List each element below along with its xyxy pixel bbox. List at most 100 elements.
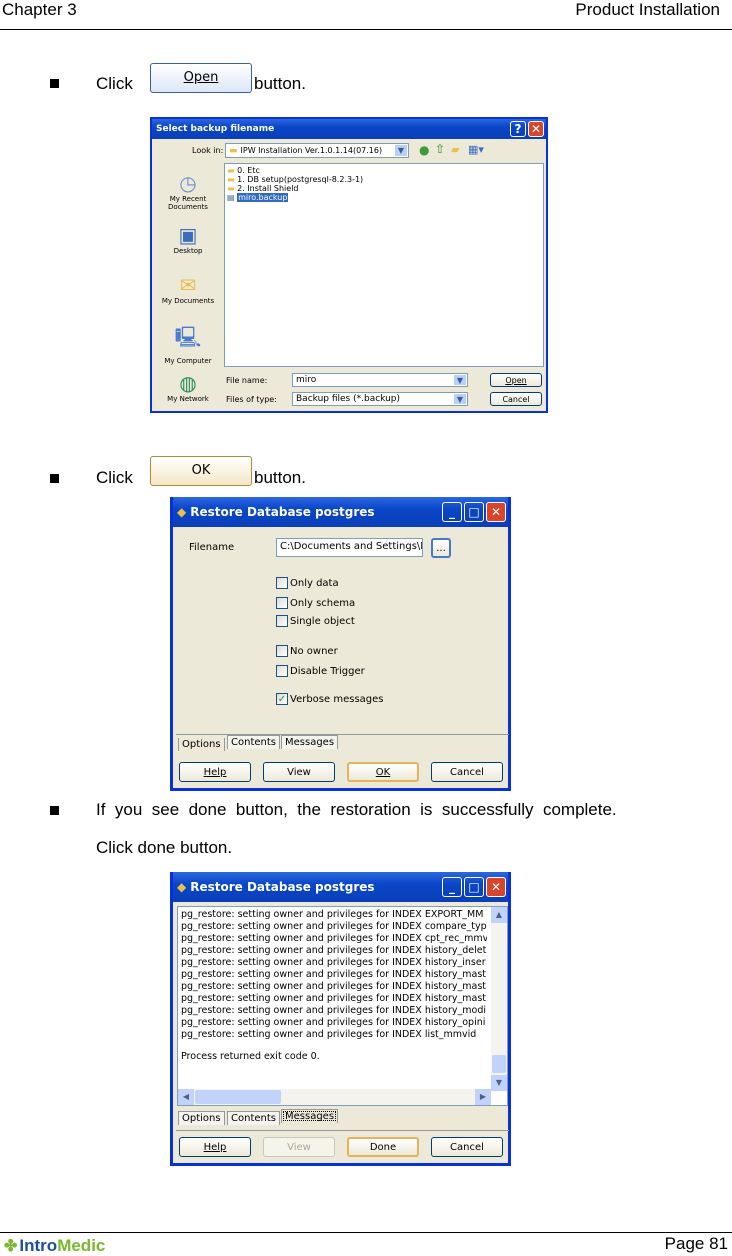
- desktop-icon: ▣: [178, 223, 198, 247]
- chevron-down-icon: ▼: [395, 145, 407, 156]
- scroll-left-icon[interactable]: ◀: [178, 1089, 194, 1105]
- place-network[interactable]: ◍ My Network: [156, 371, 220, 403]
- my-documents-icon: ✉: [179, 273, 197, 297]
- place-desktop[interactable]: ▣ Desktop: [156, 223, 220, 255]
- footer-rule: [0, 1232, 732, 1233]
- place-recent[interactable]: ◷ My Recent Documents: [156, 171, 220, 211]
- place-label: My Network: [167, 395, 209, 403]
- file-item[interactable]: ▬ 0. Etc: [227, 166, 541, 175]
- close-icon[interactable]: ✕: [486, 502, 506, 522]
- log-line: pg_restore: setting owner and privileges…: [181, 933, 487, 944]
- minimize-icon[interactable]: _: [442, 877, 462, 897]
- bullet-icon: [50, 79, 59, 88]
- option-only-data[interactable]: Only data: [276, 577, 339, 589]
- file-item[interactable]: ▬ 2. Install Shield: [227, 184, 541, 193]
- log-line: pg_restore: setting owner and privileges…: [181, 993, 486, 1004]
- filename-input[interactable]: C:\Documents and Settings\M: [276, 538, 423, 557]
- option-no-owner[interactable]: No owner: [276, 645, 338, 657]
- scroll-up-icon[interactable]: ▲: [491, 907, 507, 923]
- file-list[interactable]: ▬ 0. Etc ▬ 1. DB setup(postgresql-8.2.3-…: [224, 163, 544, 367]
- app-icon: ◆: [177, 505, 187, 519]
- close-icon[interactable]: ✕: [486, 877, 506, 897]
- place-documents[interactable]: ✉ My Documents: [156, 273, 220, 305]
- checkbox[interactable]: [276, 665, 288, 677]
- view-button[interactable]: View: [263, 762, 335, 782]
- chevron-down-icon: ▼: [454, 375, 466, 385]
- log-line: pg_restore: setting owner and privileges…: [181, 1017, 486, 1028]
- tab-messages[interactable]: Messages: [281, 1109, 339, 1123]
- log-line: pg_restore: setting owner and privileges…: [181, 1029, 477, 1040]
- new-folder-icon[interactable]: ▰: [451, 143, 459, 156]
- recent-documents-icon: ◷: [179, 171, 197, 195]
- restore-dialog-title: Restore Database postgres: [190, 505, 375, 519]
- place-computer[interactable]: 🖳 My Computer: [156, 323, 220, 365]
- logo-mark-icon: ✤: [4, 1238, 18, 1255]
- folder-icon: ▬: [227, 166, 235, 175]
- step2-prefix: Click: [96, 468, 133, 487]
- option-only-schema[interactable]: Only schema: [276, 597, 355, 609]
- cancel-button[interactable]: Cancel: [490, 392, 542, 406]
- file-type-select[interactable]: Backup files (*.backup) ▼: [292, 392, 468, 406]
- scroll-down-icon[interactable]: ▼: [491, 1075, 507, 1091]
- open-button-label: Open: [183, 70, 219, 85]
- log-content: pg_restore: setting owner and privileges…: [181, 909, 487, 1063]
- look-in-select[interactable]: ▬ IPW Installation Ver.1.0.1.14(07.16) ▼: [225, 143, 409, 158]
- option-verbose-messages[interactable]: ✓ Verbose messages: [276, 693, 384, 705]
- log-line: pg_restore: setting owner and privileges…: [181, 909, 484, 920]
- done-button[interactable]: Done: [347, 1137, 419, 1157]
- help-button[interactable]: Help: [179, 1137, 251, 1157]
- folder-icon: ▬: [227, 184, 235, 193]
- scroll-thumb[interactable]: [492, 1055, 506, 1073]
- scroll-right-icon[interactable]: ▶: [475, 1089, 491, 1105]
- log-line: pg_restore: setting owner and privileges…: [181, 921, 487, 932]
- tab-contents[interactable]: Contents: [227, 735, 280, 749]
- chapter-label: Chapter 3: [2, 0, 77, 19]
- step1-prefix: Click: [96, 74, 133, 93]
- chevron-down-icon: ▼: [454, 394, 466, 404]
- file-item[interactable]: ▬ 1. DB setup(postgresql-8.2.3-1): [227, 175, 541, 184]
- close-icon[interactable]: ✕: [528, 121, 544, 137]
- help-icon[interactable]: ?: [510, 121, 526, 137]
- tab-contents[interactable]: Contents: [227, 1111, 280, 1125]
- cancel-button[interactable]: Cancel: [431, 762, 503, 782]
- place-label: My Recent Documents: [168, 195, 208, 211]
- tab-options[interactable]: Options: [178, 738, 225, 751]
- file-type-label: Files of type:: [226, 395, 277, 404]
- checkbox[interactable]: [276, 577, 288, 589]
- messages-log[interactable]: pg_restore: setting owner and privileges…: [177, 906, 508, 1106]
- minimize-icon[interactable]: _: [442, 502, 462, 522]
- logo-text: IntroMedic: [19, 1236, 106, 1255]
- restore-dialog-messages: ◆ Restore Database postgres _ □ ✕ pg_res…: [170, 872, 511, 1166]
- tab-messages[interactable]: Messages: [281, 735, 339, 749]
- checkbox[interactable]: [276, 597, 288, 609]
- help-button[interactable]: Help: [179, 762, 251, 782]
- checkbox[interactable]: [276, 615, 288, 627]
- maximize-icon[interactable]: □: [464, 502, 484, 522]
- ok-button[interactable]: OK: [347, 762, 419, 782]
- scroll-thumb[interactable]: [195, 1090, 281, 1104]
- browse-button[interactable]: ...: [431, 538, 451, 558]
- look-in-label: Look in:: [192, 146, 224, 155]
- back-icon[interactable]: ●: [419, 143, 429, 157]
- vertical-scrollbar[interactable]: ▲ ▼: [491, 907, 507, 1091]
- checkbox-checked[interactable]: ✓: [276, 693, 288, 705]
- horizontal-scrollbar[interactable]: ◀ ▶: [178, 1089, 491, 1105]
- file-name-input[interactable]: miro ▼: [292, 373, 468, 387]
- place-label: My Documents: [161, 297, 215, 305]
- checkbox[interactable]: [276, 645, 288, 657]
- open-button[interactable]: Open: [490, 373, 542, 387]
- page-number: Page 81: [664, 1234, 728, 1253]
- tab-options[interactable]: Options: [178, 1111, 225, 1125]
- maximize-icon[interactable]: □: [464, 877, 484, 897]
- option-disable-trigger[interactable]: Disable Trigger: [276, 665, 365, 677]
- up-folder-icon[interactable]: ⇧: [435, 142, 445, 156]
- option-single-object[interactable]: Single object: [276, 615, 355, 627]
- open-dialog-title: Select backup filename: [156, 124, 275, 134]
- view-menu-icon[interactable]: ▦▾: [468, 143, 484, 156]
- filename-label: Filename: [189, 542, 235, 553]
- open-button-image: Open: [150, 63, 252, 93]
- cancel-button[interactable]: Cancel: [431, 1137, 503, 1157]
- ok-button-label: OK: [191, 463, 211, 478]
- file-item[interactable]: ▤ miro.backup: [227, 193, 541, 202]
- step3-line1: If you see done button, the restoration …: [96, 800, 617, 819]
